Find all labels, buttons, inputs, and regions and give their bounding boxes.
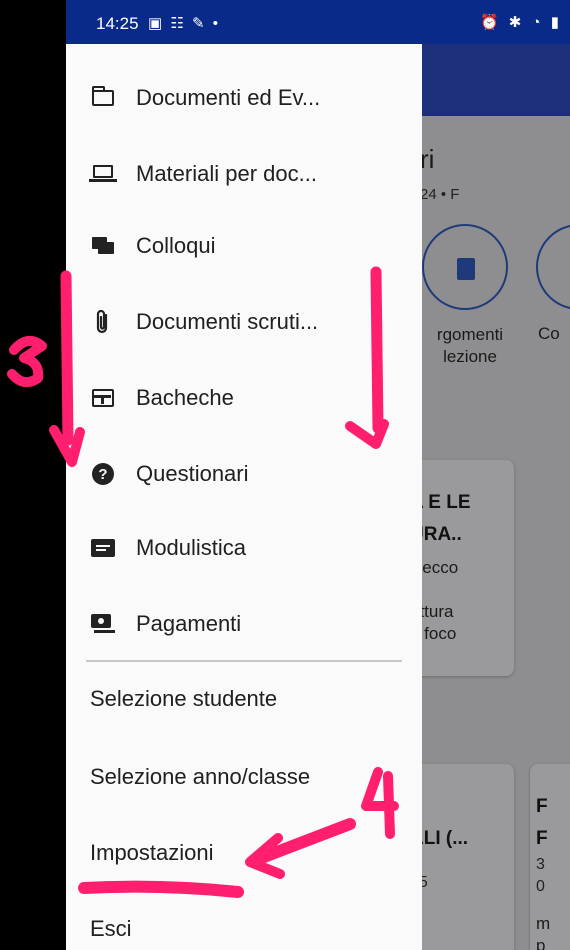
lesson-card: E ALI (... 55 di (420, 764, 514, 950)
card-text: m (536, 914, 551, 933)
logout-button[interactable]: Esci (90, 916, 132, 942)
drawer-item-colloqui[interactable]: Colloqui (66, 216, 422, 276)
drawer-divider (86, 660, 402, 662)
laptop-icon (89, 161, 117, 187)
student-info: 24 • F (420, 186, 460, 203)
shortcut-other (536, 224, 570, 310)
drawer-item-label: Materiali per doc... (136, 161, 317, 186)
card-text: Cecco (420, 558, 459, 577)
payment-icon (90, 611, 116, 637)
folder-icon (90, 85, 116, 111)
card-heading: F (536, 796, 548, 817)
student-name: ri (420, 144, 435, 174)
drawer-item-bacheche[interactable]: Bacheche (66, 368, 422, 428)
chat-icon (90, 233, 116, 259)
help-icon: ? (90, 461, 116, 487)
board-icon (90, 385, 116, 411)
navigation-drawer: Documenti ed Ev... Materiali per doc... … (66, 44, 422, 950)
card-heading: ALI (... (420, 828, 469, 849)
drawer-item-label: Pagamenti (136, 611, 242, 636)
drawer-item-documenti-scrutinio[interactable]: Documenti scruti... (66, 292, 422, 352)
card-heading: A E LE (420, 492, 471, 513)
background-app: ri 24 • F rgomenti lezione Co A E LE URA… (420, 44, 570, 950)
drawer-item-pagamenti[interactable]: Pagamenti (66, 594, 422, 654)
drawer-item-label: Documenti ed Ev... (136, 85, 321, 110)
system-status-icons: ⏰ ✱ ◔ ▮ (479, 14, 562, 31)
lesson-card: F F 3 0 m p (530, 764, 570, 950)
drawer-item-modulistica[interactable]: Modulistica (66, 518, 422, 578)
card-text: e foco (420, 624, 457, 643)
drawer-item-label: Modulistica (136, 535, 247, 560)
paperclip-icon (90, 309, 116, 335)
drawer-item-questionari[interactable]: ? Questionari (66, 444, 422, 504)
app-header (420, 44, 570, 116)
book-icon (457, 258, 475, 280)
card-heading: F (536, 828, 548, 849)
drawer-item-label: Questionari (136, 461, 249, 486)
forms-icon (90, 535, 116, 561)
card-text: p (536, 936, 546, 950)
drawer-item-documenti-eventi[interactable]: Documenti ed Ev... (66, 68, 422, 128)
drawer-item-label: Documenti scruti... (136, 309, 319, 334)
shortcut-other-label: Co (538, 324, 560, 343)
card-text: 0 (536, 878, 545, 895)
shortcut-argomenti-label: rgomenti lezione (436, 325, 504, 366)
status-time: 14:25 (96, 14, 139, 33)
select-student-button[interactable]: Selezione studente (90, 686, 277, 712)
notification-icons: ▣ ☷ ✎ • (148, 15, 220, 32)
settings-button[interactable]: Impostazioni (90, 840, 214, 866)
lesson-card: A E LE URA.. Cecco e ettura e foco (420, 460, 514, 676)
annotation-number-3 (7, 335, 47, 388)
drawer-item-label: Bacheche (136, 385, 234, 410)
status-bar: 14:25 ▣ ☷ ✎ • ⏰ ✱ ◔ ▮ (66, 0, 570, 44)
drawer-item-materiali[interactable]: Materiali per doc... (66, 144, 422, 204)
card-text: 3 (536, 856, 545, 873)
select-year-class-button[interactable]: Selezione anno/classe (90, 764, 310, 790)
card-text: ettura (420, 602, 454, 621)
card-heading: URA.. (420, 524, 462, 545)
drawer-item-label: Colloqui (136, 233, 216, 258)
